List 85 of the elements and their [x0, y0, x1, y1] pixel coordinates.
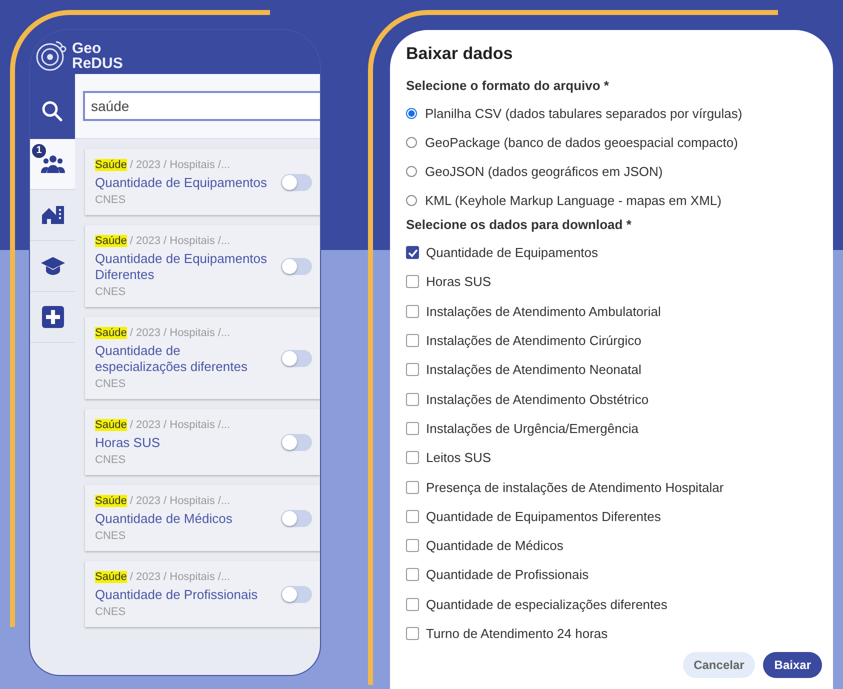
result-title[interactable]: Quantidade de Médicos [95, 511, 273, 527]
checkbox-label: Presença de instalações de Atendimento Hospitalar [426, 480, 724, 495]
checkbox[interactable] [406, 392, 419, 406]
checkbox-label: Quantidade de Equipamentos Diferentes [426, 508, 661, 524]
checkbox[interactable] [406, 304, 419, 318]
checkbox[interactable] [406, 363, 419, 376]
result-title[interactable]: Quantidade de Equipamentos [95, 175, 273, 191]
checkbox[interactable] [406, 510, 419, 523]
sidebar-tab[interactable] [30, 241, 75, 292]
checkbox-label: Quantidade de Equipamentos [426, 245, 598, 260]
checkbox-label: Horas SUS [426, 274, 492, 290]
dialog-title: Baixar dados [406, 44, 514, 64]
medical-cross-icon [40, 305, 64, 329]
checkbox-label: Quantidade de Médicos [426, 538, 564, 554]
checkbox-label: Instalações de Atendimento Ambulatorial [426, 304, 661, 319]
logo-text: Geo [72, 41, 102, 56]
sidebar-tab[interactable]: 1 [30, 139, 75, 190]
result-source: CNES [95, 454, 127, 466]
checkbox[interactable] [406, 246, 419, 260]
toggle-switch[interactable] [281, 258, 312, 275]
checkmark-icon [408, 248, 418, 258]
result-source: CNES [95, 378, 127, 390]
radio-button[interactable] [406, 137, 417, 148]
sidebar-tab[interactable] [30, 292, 75, 343]
checkbox[interactable] [406, 480, 419, 494]
checkbox[interactable] [406, 539, 419, 552]
breadcrumb-path: / 2023 / Hospitais /... [128, 495, 230, 507]
count-badge: 1 [31, 143, 47, 159]
cancel-button[interactable]: Cancelar [682, 652, 756, 678]
breadcrumb-path: / 2023 / Hospitais /... [128, 419, 230, 431]
toggle-switch[interactable] [281, 350, 312, 367]
toggle-switch[interactable] [281, 174, 312, 191]
search-field[interactable]: saúde [83, 91, 320, 121]
highlighted-text: Saúde [95, 327, 127, 339]
checkbox-label: Instalações de Urgência/Emergência [426, 420, 638, 436]
checkbox-label: Quantidade de especializações diferentes [426, 596, 668, 612]
checkbox-label: Leitos SUS [426, 450, 492, 466]
section-label: Selecione os dados para download * [406, 217, 632, 232]
toggle-switch[interactable] [281, 510, 312, 527]
checkbox[interactable] [406, 627, 419, 640]
result-source: CNES [95, 530, 127, 542]
checkbox-label: Instalações de Atendimento Neonatal [426, 362, 642, 378]
result-source: CNES [95, 194, 127, 206]
checkbox[interactable] [406, 334, 419, 348]
breadcrumb-path: / 2023 / Hospitais /... [128, 159, 230, 171]
checkbox-label: Instalações de Atendimento Cirúrgico [426, 333, 642, 348]
result-source: CNES [95, 606, 127, 618]
checkbox[interactable] [406, 568, 419, 582]
breadcrumb-path: / 2023 / Hospitais /... [128, 571, 230, 583]
checkbox-label: Instalações de Atendimento Obstétrico [426, 392, 649, 407]
option-label: GeoJSON (dados geográficos em JSON) [425, 164, 663, 179]
option-label: KML (Keyhole Markup Language - mapas em XML) [425, 193, 722, 208]
result-title[interactable]: Quantidade de especializações diferentes [95, 343, 273, 375]
logo-icon [34, 39, 68, 73]
checkbox[interactable] [406, 451, 419, 464]
section-label: Selecione o formato do arquivo * [406, 78, 610, 93]
radio-button[interactable] [406, 195, 417, 206]
highlighted-text: Saúde [95, 495, 127, 507]
graduation-cap-icon [40, 254, 64, 278]
toggle-switch[interactable] [281, 586, 312, 603]
checkbox[interactable] [406, 598, 419, 611]
highlighted-text: Saúde [95, 419, 127, 431]
breadcrumb-path: / 2023 / Hospitais /... [128, 327, 230, 339]
buildings-icon [40, 203, 64, 227]
checkbox-label: Quantidade de Profissionais [426, 567, 589, 582]
highlighted-text: Saúde [95, 235, 127, 247]
checkbox-label: Turno de Atendimento 24 horas [426, 626, 608, 641]
result-title[interactable]: Horas SUS [95, 435, 273, 451]
checkbox[interactable] [406, 275, 419, 288]
result-source: CNES [95, 286, 127, 298]
radio-button[interactable] [406, 166, 417, 177]
highlighted-text: Saúde [95, 159, 127, 171]
option-label: GeoPackage (banco de dados geoespacial compacto) [425, 135, 738, 150]
result-title[interactable]: Quantidade de Equipamentos Diferentes [95, 251, 273, 283]
download-button[interactable]: Baixar [763, 652, 822, 678]
logo-text: ReDUS [72, 56, 123, 71]
breadcrumb-path: / 2023 / Hospitais /... [128, 235, 230, 247]
checkbox[interactable] [406, 422, 419, 435]
toggle-switch[interactable] [281, 434, 312, 451]
search-icon [40, 100, 64, 124]
sidebar-tab[interactable] [30, 190, 75, 241]
radio-button[interactable] [406, 108, 417, 119]
option-label: Planilha CSV (dados tabulares separados por vírgulas) [425, 106, 742, 121]
result-title[interactable]: Quantidade de Profissionais [95, 587, 273, 603]
highlighted-text: Saúde [95, 571, 127, 583]
